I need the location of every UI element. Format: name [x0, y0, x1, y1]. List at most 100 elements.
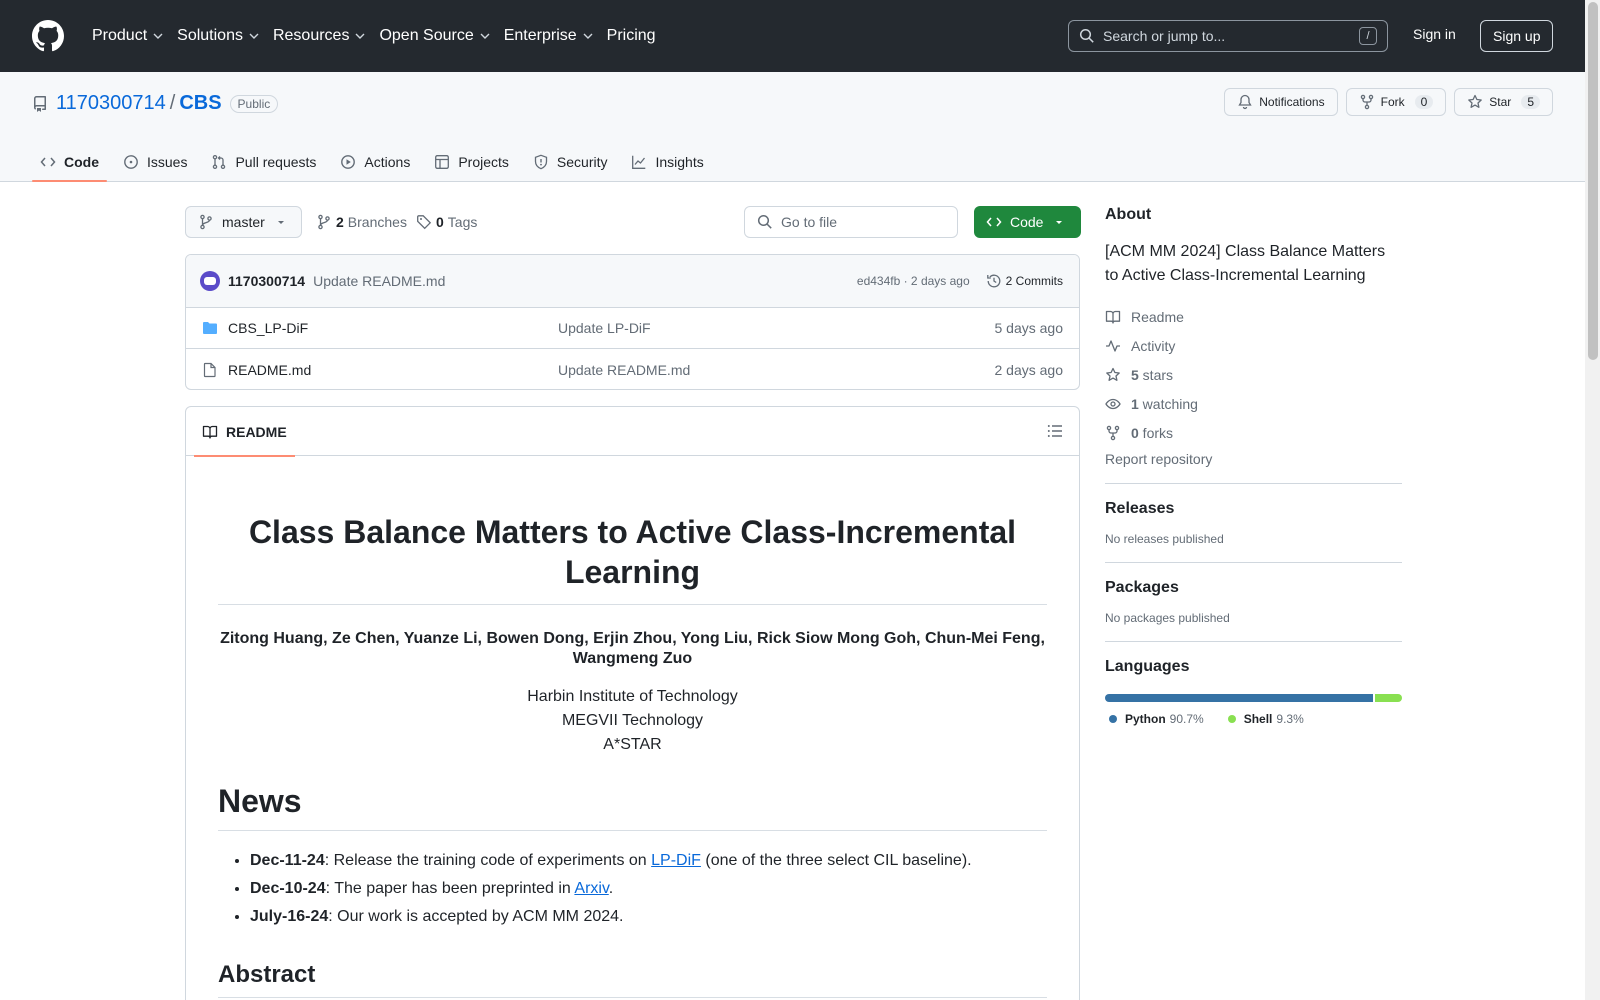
- nav-product[interactable]: Product: [86, 20, 169, 52]
- scrollbar-thumb[interactable]: [1588, 2, 1598, 360]
- avatar[interactable]: [200, 271, 220, 291]
- watchers-label: watching: [1138, 395, 1198, 412]
- chevron-down-icon: [355, 33, 365, 39]
- star-button[interactable]: Star 5: [1454, 88, 1553, 116]
- play-icon: [341, 155, 356, 169]
- file-icon: [203, 362, 216, 377]
- tab-label: Security: [556, 154, 608, 170]
- go-to-file-placeholder: Go to file: [781, 214, 838, 230]
- branches-link[interactable]: 2 Branches: [316, 214, 407, 230]
- tab-pull-requests[interactable]: Pull requests: [203, 142, 324, 182]
- nav-open-source[interactable]: Open Source: [373, 20, 495, 52]
- tab-label: Code: [64, 154, 99, 170]
- commit-author-link[interactable]: 1170300714: [228, 273, 305, 289]
- search-icon: [757, 214, 772, 229]
- pulse-icon: [1106, 339, 1120, 352]
- tab-actions[interactable]: Actions: [332, 142, 418, 182]
- news-link[interactable]: LP-DiF: [651, 852, 701, 869]
- repo-title: 1170300714 / CBS Public: [32, 92, 279, 115]
- readme-link-label: Readme: [1131, 308, 1184, 325]
- abstract-heading: Abstract: [218, 961, 1047, 998]
- sign-in-link[interactable]: Sign in: [1413, 26, 1456, 42]
- stars-link[interactable]: 5 stars: [1105, 360, 1402, 389]
- nav-pricing[interactable]: Pricing: [601, 20, 662, 52]
- readme-tab[interactable]: README: [194, 407, 295, 457]
- tab-projects[interactable]: Projects: [426, 142, 517, 182]
- packages-heading[interactable]: Packages: [1105, 579, 1402, 597]
- report-repository-link[interactable]: Report repository: [1105, 451, 1402, 467]
- commit-message-link[interactable]: Update README.md: [313, 273, 445, 289]
- branches-label: Branches: [347, 214, 407, 230]
- search-input[interactable]: Search or jump to... /: [1068, 20, 1388, 52]
- commits-count-label: 2 Commits: [1005, 274, 1063, 288]
- github-logo-icon[interactable]: [32, 20, 64, 52]
- readme-content: Class Balance Matters to Active Class-In…: [186, 512, 1079, 998]
- watchers-link[interactable]: 1 watching: [1105, 389, 1402, 418]
- releases-empty-text: No releases published: [1105, 532, 1224, 546]
- forks-label: forks: [1138, 424, 1174, 441]
- code-dropdown-button[interactable]: Code: [974, 206, 1081, 238]
- news-text: : Our work is accepted by ACM MM 2024.: [328, 908, 624, 925]
- tab-label: Actions: [364, 154, 411, 170]
- watchers-text: 1 watching: [1131, 396, 1198, 412]
- chevron-down-icon: [249, 33, 259, 39]
- notifications-button[interactable]: Notifications: [1224, 88, 1338, 116]
- tab-label: Insights: [655, 154, 704, 170]
- repo-owner-link[interactable]: 1170300714: [56, 92, 166, 115]
- notifications-label: Notifications: [1259, 95, 1325, 109]
- tab-label: Pull requests: [235, 154, 317, 170]
- file-row[interactable]: CBS_LP-DiF Update LP-DiF 5 days ago: [186, 308, 1079, 349]
- file-name-link[interactable]: CBS_LP-DiF: [228, 320, 558, 336]
- global-header: Product Solutions Resources Open Source …: [0, 0, 1585, 72]
- affiliation: MEGVII Technology: [561, 712, 704, 729]
- file-commit-message[interactable]: Update README.md: [558, 362, 995, 378]
- python-color-dot: [1109, 715, 1117, 723]
- tags-count: 0: [436, 214, 444, 230]
- language-python[interactable]: Python 90.7%: [1109, 712, 1204, 726]
- page-scrollbar[interactable]: [1585, 0, 1600, 1000]
- branch-icon: [318, 214, 330, 230]
- watchers-count: 1: [1131, 395, 1139, 412]
- issue-icon: [124, 155, 138, 169]
- fork-button[interactable]: Fork 0: [1345, 88, 1447, 116]
- nav-enterprise[interactable]: Enterprise: [498, 20, 599, 52]
- file-row[interactable]: README.md Update README.md 2 days ago: [186, 349, 1079, 389]
- file-commit-message[interactable]: Update LP-DiF: [558, 320, 995, 336]
- nav-resources[interactable]: Resources: [267, 20, 371, 52]
- news-link[interactable]: Arxiv: [574, 880, 608, 897]
- branch-selector[interactable]: master: [185, 206, 302, 238]
- tab-security[interactable]: Security: [525, 142, 616, 182]
- fork-count: 0: [1414, 95, 1434, 109]
- sign-up-button[interactable]: Sign up: [1480, 20, 1554, 52]
- commit-hash-time[interactable]: ed434fb · 2 days ago: [857, 274, 970, 288]
- file-commit-date: 5 days ago: [994, 320, 1064, 336]
- repo-name-link[interactable]: CBS: [179, 92, 221, 115]
- readme-link[interactable]: Readme: [1105, 302, 1402, 331]
- go-to-file-input[interactable]: Go to file: [744, 206, 958, 238]
- forks-count: 0: [1131, 424, 1139, 441]
- language-bar-segment: [1105, 694, 1373, 702]
- readme-affiliations: Harbin Institute of Technology MEGVII Te…: [218, 685, 1047, 757]
- list-item: July-16-24: Our work is accepted by ACM …: [250, 903, 1047, 931]
- affiliation: Harbin Institute of Technology: [527, 688, 738, 705]
- book-icon: [202, 425, 218, 439]
- nav-solutions[interactable]: Solutions: [171, 20, 265, 52]
- tab-insights[interactable]: Insights: [623, 142, 711, 182]
- forks-link[interactable]: 0 forks: [1105, 418, 1402, 447]
- fork-icon: [1106, 425, 1120, 440]
- repo-tabs: Code Issues Pull requests Actions Projec…: [32, 142, 720, 182]
- commits-history-link[interactable]: 2 Commits: [986, 273, 1063, 289]
- file-name-link[interactable]: README.md: [228, 362, 558, 378]
- table-of-contents-icon[interactable]: [1047, 423, 1063, 439]
- readme-tab-label: README: [226, 423, 287, 440]
- code-button-label: Code: [1010, 214, 1044, 230]
- star-icon: [1468, 94, 1483, 108]
- tags-link[interactable]: 0 Tags: [416, 214, 477, 230]
- language-shell[interactable]: Shell 9.3%: [1227, 712, 1304, 726]
- list-item: Dec-11-24: Release the training code of …: [250, 847, 1047, 875]
- tab-issues[interactable]: Issues: [115, 142, 195, 182]
- tag-icon: [417, 215, 432, 230]
- tab-code[interactable]: Code: [32, 142, 107, 182]
- activity-link[interactable]: Activity: [1105, 331, 1402, 360]
- releases-heading[interactable]: Releases: [1105, 500, 1402, 518]
